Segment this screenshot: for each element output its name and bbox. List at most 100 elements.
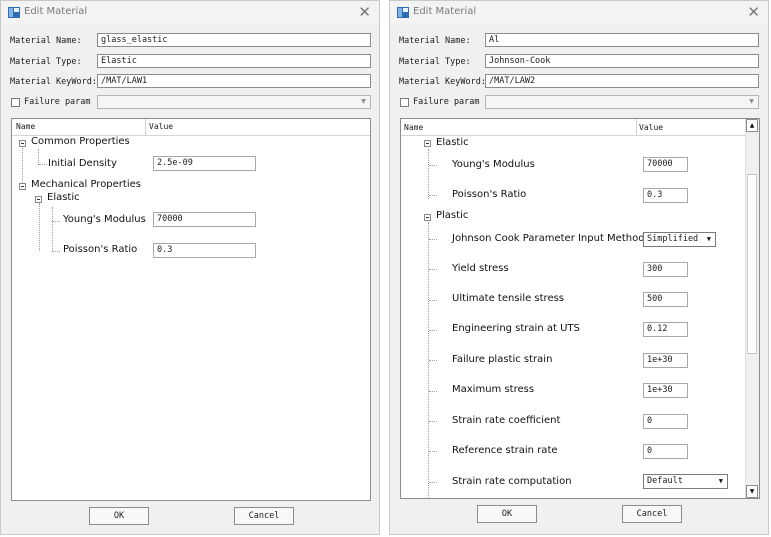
tree-line bbox=[428, 149, 429, 199]
collapse-icon[interactable] bbox=[19, 183, 26, 190]
column-name-header[interactable]: Name bbox=[404, 123, 423, 132]
tree-node-jc-input-method[interactable]: Johnson Cook Parameter Input Method bbox=[452, 233, 645, 244]
initial-density-field[interactable]: 2.5e-09 bbox=[153, 156, 256, 171]
tree-node-poissons-ratio[interactable]: Poisson's Ratio bbox=[452, 189, 526, 200]
scroll-up-arrow-icon[interactable]: ▲ bbox=[746, 119, 758, 132]
tree-node-elastic[interactable]: Elastic bbox=[436, 137, 469, 148]
tree-line bbox=[429, 391, 437, 392]
tree-node-elastic[interactable]: Elastic bbox=[47, 192, 80, 203]
strain-rate-coefficient-field[interactable]: 0 bbox=[643, 414, 688, 429]
tree-node-reference-strain-rate[interactable]: Reference strain rate bbox=[452, 445, 558, 456]
jc-input-method-select[interactable]: Simplified ▼ bbox=[643, 232, 716, 247]
material-keyword-label: Material KeyWord: bbox=[399, 77, 486, 87]
column-value-header[interactable]: Value bbox=[639, 123, 663, 132]
column-name-header[interactable]: Name bbox=[16, 122, 35, 131]
tree-line bbox=[429, 300, 437, 301]
ultimate-tensile-stress-field[interactable]: 500 bbox=[643, 292, 688, 307]
tree-node-maximum-stress[interactable]: Maximum stress bbox=[452, 384, 534, 395]
failure-param-checkbox[interactable] bbox=[400, 98, 409, 107]
chevron-down-icon: ▼ bbox=[749, 98, 754, 105]
poissons-ratio-field[interactable]: 0.3 bbox=[153, 243, 256, 258]
properties-tree[interactable]: Name Value Common Properties Initial Den… bbox=[11, 118, 371, 501]
title-bar[interactable]: Edit Material ✕ bbox=[390, 1, 768, 25]
tree-line bbox=[39, 164, 47, 165]
tree-node-common-properties[interactable]: Common Properties bbox=[31, 136, 130, 147]
app-icon bbox=[397, 7, 409, 18]
failure-plastic-strain-field[interactable]: 1e+30 bbox=[643, 353, 688, 368]
dialog-title: Edit Material bbox=[24, 6, 88, 17]
cancel-button[interactable]: Cancel bbox=[622, 505, 682, 523]
tree-line bbox=[22, 145, 23, 185]
tree-line bbox=[429, 451, 437, 452]
material-type-label: Material Type: bbox=[399, 57, 471, 67]
material-keyword-label: Material KeyWord: bbox=[10, 77, 97, 87]
cancel-button[interactable]: Cancel bbox=[234, 507, 294, 525]
failure-param-label: Failure param bbox=[413, 97, 480, 107]
tree-header: Name Value bbox=[401, 119, 746, 136]
strain-rate-computation-value: Default bbox=[647, 476, 683, 486]
tree-header: Name Value bbox=[12, 119, 370, 136]
app-icon bbox=[8, 7, 20, 18]
tree-line bbox=[38, 149, 39, 165]
tree-node-strain-rate-computation[interactable]: Strain rate computation bbox=[452, 476, 572, 487]
chevron-down-icon: ▼ bbox=[718, 477, 723, 485]
properties-tree[interactable]: Name Value Elastic Young's Modulus 70000… bbox=[400, 118, 760, 499]
close-icon[interactable]: ✕ bbox=[358, 3, 371, 21]
material-name-field[interactable]: glass_elastic bbox=[97, 33, 371, 47]
poissons-ratio-field[interactable]: 0.3 bbox=[643, 188, 688, 203]
tree-line bbox=[429, 239, 437, 240]
tree-node-failure-plastic-strain[interactable]: Failure plastic strain bbox=[452, 354, 552, 365]
tree-line bbox=[429, 330, 437, 331]
engineering-strain-field[interactable]: 0.12 bbox=[643, 322, 688, 337]
maximum-stress-field[interactable]: 1e+30 bbox=[643, 383, 688, 398]
ok-button[interactable]: OK bbox=[477, 505, 537, 523]
material-type-field[interactable]: Elastic bbox=[97, 54, 371, 68]
youngs-modulus-field[interactable]: 70000 bbox=[153, 212, 256, 227]
tree-node-youngs-modulus[interactable]: Young's Modulus bbox=[63, 214, 146, 225]
failure-param-checkbox[interactable] bbox=[11, 98, 20, 107]
ok-button[interactable]: OK bbox=[89, 507, 149, 525]
scrollbar-thumb[interactable] bbox=[747, 174, 757, 354]
collapse-icon[interactable] bbox=[424, 140, 431, 147]
material-name-field[interactable]: Al bbox=[485, 33, 759, 47]
column-separator bbox=[145, 119, 146, 135]
edit-material-dialog-left: Edit Material ✕ Material Name: glass_ela… bbox=[0, 0, 380, 535]
tree-line bbox=[52, 221, 60, 222]
material-type-field[interactable]: Johnson-Cook bbox=[485, 54, 759, 68]
yield-stress-field[interactable]: 300 bbox=[643, 262, 688, 277]
collapse-icon[interactable] bbox=[19, 140, 26, 147]
tree-node-poissons-ratio[interactable]: Poisson's Ratio bbox=[63, 244, 137, 255]
chevron-down-icon: ▼ bbox=[361, 98, 366, 105]
collapse-icon[interactable] bbox=[424, 214, 431, 221]
tree-line bbox=[429, 421, 437, 422]
scroll-down-arrow-icon[interactable]: ▼ bbox=[746, 485, 758, 498]
failure-param-dropdown[interactable]: ▼ bbox=[97, 95, 371, 109]
strain-rate-computation-select[interactable]: Default ▼ bbox=[643, 474, 728, 489]
tree-line bbox=[429, 482, 437, 483]
material-keyword-field[interactable]: /MAT/LAW1 bbox=[97, 74, 371, 88]
edit-material-dialog-right: Edit Material ✕ Material Name: Al Materi… bbox=[389, 0, 769, 535]
tree-node-initial-density[interactable]: Initial Density bbox=[48, 158, 117, 169]
tree-node-mechanical-properties[interactable]: Mechanical Properties bbox=[31, 179, 141, 190]
tree-line bbox=[429, 269, 437, 270]
tree-node-engineering-strain[interactable]: Engineering strain at UTS bbox=[452, 323, 580, 334]
vertical-scrollbar[interactable]: ▲ ▼ bbox=[745, 119, 759, 498]
collapse-icon[interactable] bbox=[35, 196, 42, 203]
title-bar[interactable]: Edit Material ✕ bbox=[1, 1, 379, 25]
material-name-label: Material Name: bbox=[10, 36, 82, 46]
column-value-header[interactable]: Value bbox=[149, 122, 173, 131]
youngs-modulus-field[interactable]: 70000 bbox=[643, 157, 688, 172]
failure-param-dropdown[interactable]: ▼ bbox=[485, 95, 759, 109]
tree-line bbox=[429, 165, 437, 166]
close-icon[interactable]: ✕ bbox=[747, 3, 760, 21]
tree-node-ultimate-tensile-stress[interactable]: Ultimate tensile stress bbox=[452, 293, 564, 304]
tree-line bbox=[52, 251, 60, 252]
material-keyword-field[interactable]: /MAT/LAW2 bbox=[485, 74, 759, 88]
material-name-label: Material Name: bbox=[399, 36, 471, 46]
tree-line bbox=[52, 207, 53, 251]
reference-strain-rate-field[interactable]: 0 bbox=[643, 444, 688, 459]
tree-node-yield-stress[interactable]: Yield stress bbox=[452, 263, 509, 274]
tree-node-strain-rate-coefficient[interactable]: Strain rate coefficient bbox=[452, 415, 560, 426]
tree-node-plastic[interactable]: Plastic bbox=[436, 210, 468, 221]
tree-node-youngs-modulus[interactable]: Young's Modulus bbox=[452, 159, 535, 170]
